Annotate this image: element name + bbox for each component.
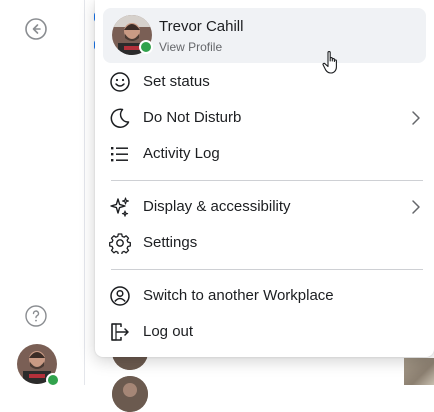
menu-divider (111, 269, 423, 270)
sparkle-icon (109, 196, 131, 218)
menu-item-label: Do Not Disturb (143, 109, 242, 126)
menu-item-label: Log out (143, 323, 194, 340)
switch-account-icon (109, 285, 131, 307)
view-profile-link[interactable]: View Profile (159, 40, 222, 54)
moon-icon (109, 107, 131, 129)
hand-cursor-icon (322, 50, 342, 76)
back-arrow-icon[interactable] (24, 17, 48, 41)
content-image (404, 358, 434, 385)
online-status-dot (139, 40, 153, 54)
list-icon (109, 143, 131, 165)
menu-item-settings[interactable]: Settings (103, 226, 426, 260)
avatar[interactable] (112, 376, 148, 412)
profile-name: Trevor Cahill (159, 18, 244, 35)
smiley-icon (109, 71, 131, 93)
avatar (112, 15, 153, 55)
help-icon[interactable] (24, 304, 48, 328)
menu-item-display-accessibility[interactable]: Display & accessibility (103, 190, 426, 224)
left-sidebar (0, 0, 85, 387)
menu-item-label: Settings (143, 234, 198, 251)
chevron-right-icon (408, 199, 424, 215)
chevron-right-icon (408, 110, 424, 126)
menu-item-switch-workplace[interactable]: Switch to another Workplace (103, 279, 426, 313)
menu-item-label: Switch to another Workplace (143, 287, 334, 304)
menu-divider (111, 180, 423, 181)
account-menu: Trevor Cahill View Profile Set status Do… (95, 0, 434, 357)
menu-item-label: Set status (143, 73, 210, 90)
view-profile-card[interactable]: Trevor Cahill View Profile (103, 8, 426, 63)
menu-item-label: Activity Log (143, 145, 220, 162)
menu-item-log-out[interactable]: Log out (103, 315, 426, 349)
menu-item-label: Display & accessibility (143, 198, 291, 215)
menu-item-set-status[interactable]: Set status (103, 65, 426, 99)
menu-item-activity-log[interactable]: Activity Log (103, 137, 426, 171)
logout-icon (109, 321, 131, 343)
gear-icon (109, 232, 131, 256)
menu-item-do-not-disturb[interactable]: Do Not Disturb (103, 101, 426, 135)
